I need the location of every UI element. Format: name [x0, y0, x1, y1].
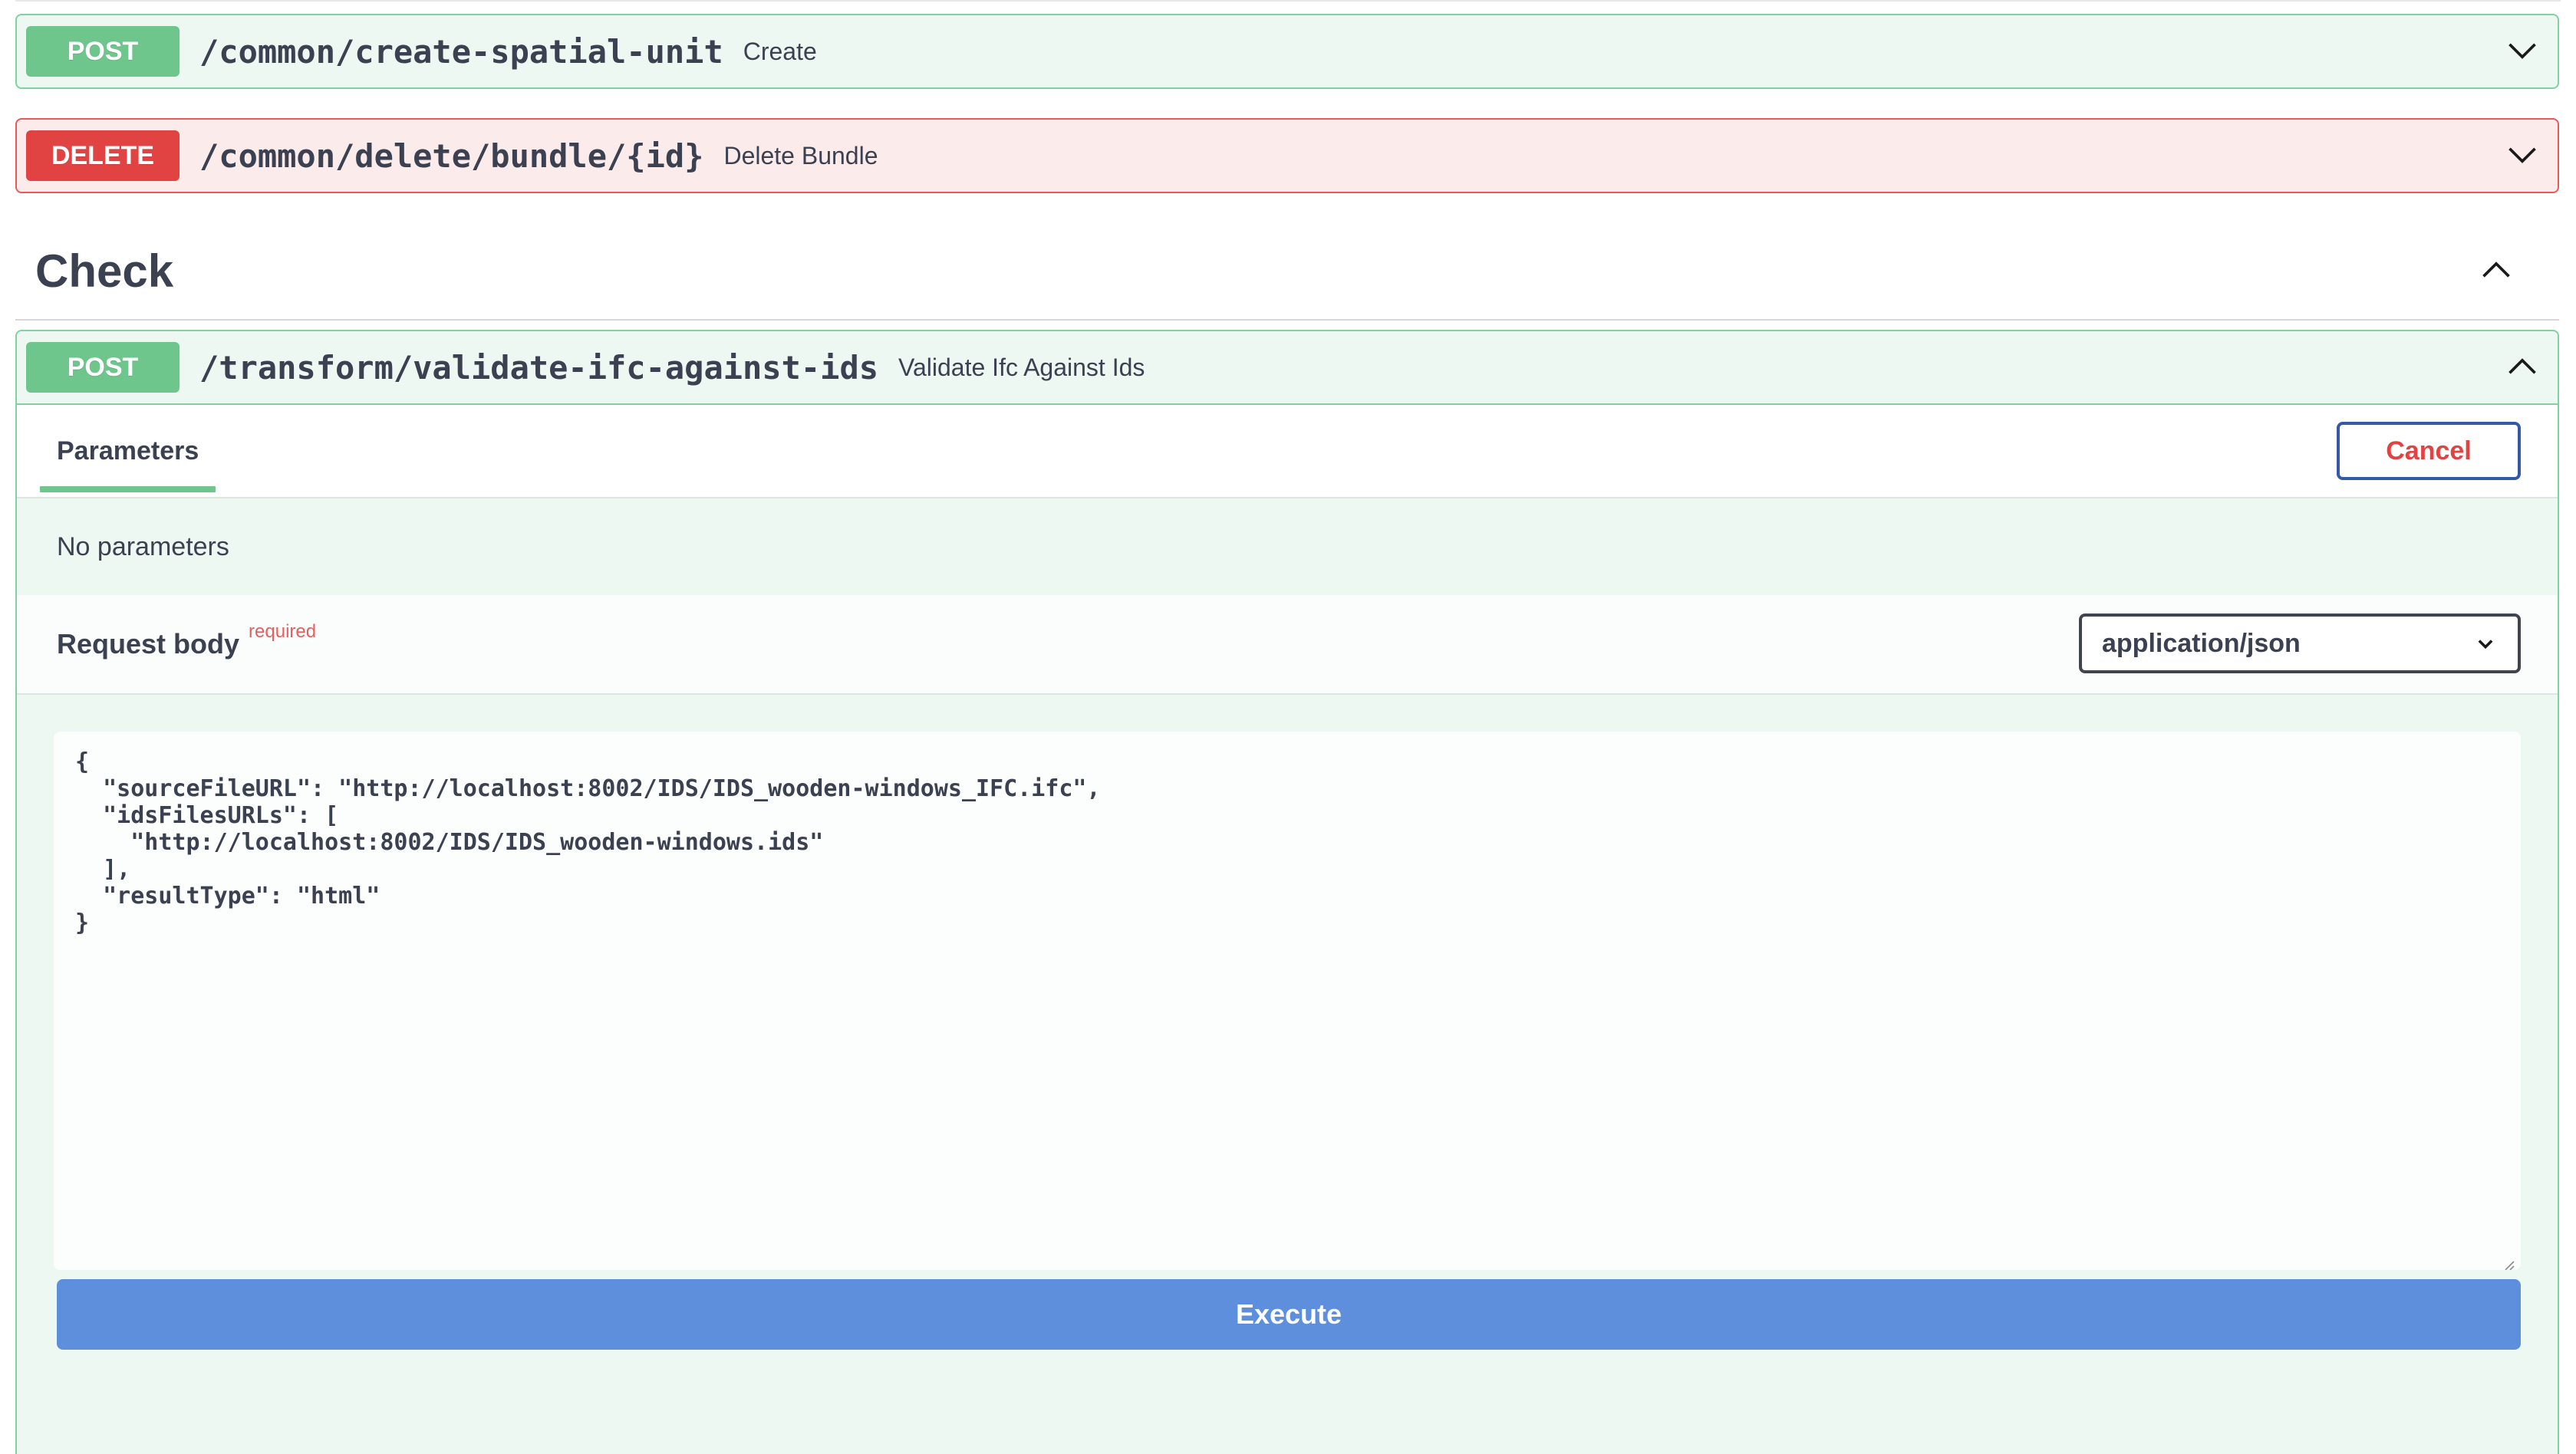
method-badge: DELETE — [26, 130, 180, 181]
operation-validate-ifc-against-ids: POST /transform/validate-ifc-against-ids… — [15, 330, 2559, 1454]
tab-parameters[interactable]: Parameters — [40, 405, 216, 497]
request-body-editor[interactable]: { "sourceFileURL": "http://localhost:800… — [54, 732, 2521, 1270]
chevron-down-icon[interactable] — [2505, 139, 2539, 173]
method-badge: POST — [26, 26, 180, 77]
chevron-up-icon[interactable] — [2505, 350, 2539, 384]
operation-path: /common/delete/bundle/{id} — [199, 137, 704, 175]
operation-path: /transform/validate-ifc-against-ids — [199, 348, 879, 387]
operation-path: /common/create-spatial-unit — [199, 32, 723, 71]
no-parameters-text: No parameters — [57, 531, 229, 561]
operation-summary[interactable]: POST /transform/validate-ifc-against-ids… — [17, 331, 2558, 403]
chevron-down-icon — [2475, 633, 2496, 654]
operation-summary[interactable]: POST /common/create-spatial-unit Create — [17, 15, 2558, 87]
tag-title: Check — [35, 245, 174, 297]
content-type-select[interactable]: application/json — [2079, 614, 2521, 673]
request-body-header: Request body required application/json — [17, 595, 2558, 695]
operation-create-spatial-unit[interactable]: POST /common/create-spatial-unit Create — [15, 14, 2559, 89]
swagger-page: POST /common/create-spatial-unit Create … — [0, 0, 2576, 1454]
operation-description: Delete Bundle — [723, 141, 878, 169]
operation-description: Validate Ifc Against Ids — [898, 353, 1145, 381]
resize-handle-icon[interactable] — [2501, 1250, 2515, 1270]
divider — [15, 0, 2561, 2]
operation-description: Create — [743, 37, 817, 65]
method-badge: POST — [26, 342, 180, 393]
request-body-area: { "sourceFileURL": "http://localhost:800… — [17, 695, 2558, 1350]
request-body-title: Request body — [57, 628, 240, 660]
cancel-button[interactable]: Cancel — [2337, 422, 2521, 480]
operation-delete-bundle[interactable]: DELETE /common/delete/bundle/{id} Delete… — [15, 118, 2559, 193]
request-body-text: { "sourceFileURL": "http://localhost:800… — [75, 748, 1101, 936]
chevron-down-icon[interactable] — [2505, 35, 2539, 68]
content-type-value: application/json — [2102, 628, 2301, 658]
operation-summary[interactable]: DELETE /common/delete/bundle/{id} Delete… — [17, 120, 2558, 192]
chevron-up-icon[interactable] — [2479, 254, 2513, 288]
parameters-header: Parameters Cancel — [17, 403, 2558, 498]
execute-button[interactable]: Execute — [57, 1279, 2521, 1350]
tag-section-check[interactable]: Check — [15, 222, 2559, 321]
required-marker: required — [249, 621, 317, 642]
